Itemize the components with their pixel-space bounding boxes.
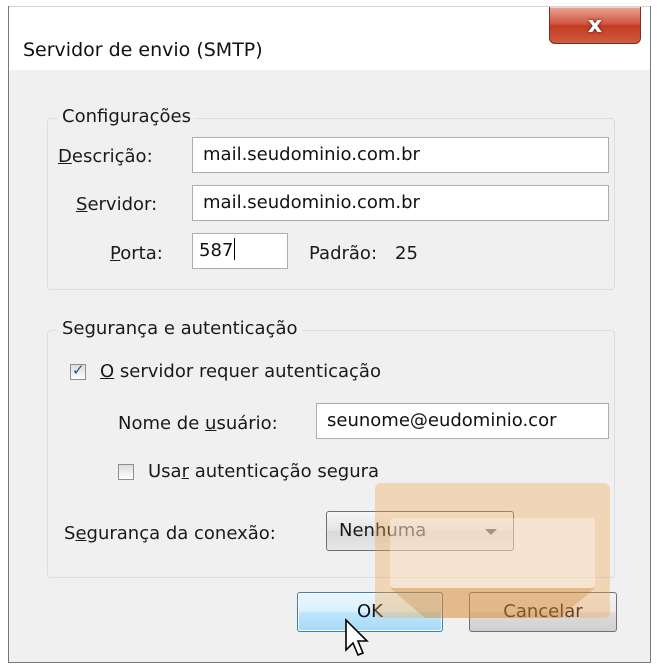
dialog-title: Servidor de envio (SMTP)	[23, 39, 263, 61]
secure-auth-label[interactable]: Usar autenticação segura	[148, 461, 379, 482]
watermark-logo	[375, 483, 610, 618]
config-group: Configurações Descrição: mail.seudominio…	[47, 106, 615, 290]
username-input[interactable]: seunome@eudominio.cor	[316, 403, 609, 439]
default-port-label: Padrão:	[309, 243, 378, 264]
server-label: Servidor:	[76, 194, 158, 215]
text-caret	[234, 238, 236, 260]
close-button[interactable]: x	[549, 7, 641, 44]
config-legend: Configurações	[58, 106, 195, 127]
requires-auth-checkbox[interactable]: ✓	[70, 361, 86, 380]
security-legend: Segurança e autenticação	[58, 318, 302, 339]
close-icon: x	[587, 12, 603, 38]
server-input[interactable]: mail.seudominio.com.br	[192, 185, 609, 221]
username-label: Nome de usuário:	[118, 413, 278, 434]
secure-auth-checkbox[interactable]	[118, 464, 134, 480]
connection-security-label: Segurança da conexão:	[64, 523, 276, 544]
title-bar: Servidor de envio (SMTP) x	[9, 6, 650, 71]
check-icon: ✓	[72, 361, 85, 379]
description-input[interactable]: mail.seudominio.com.br	[192, 137, 609, 173]
requires-auth-label[interactable]: O servidor requer autenticação	[100, 361, 381, 382]
mouse-pointer-icon	[345, 618, 369, 657]
default-port-value: 25	[395, 243, 418, 264]
description-label: Descrição:	[58, 146, 153, 167]
port-label: Porta:	[110, 243, 163, 264]
port-input[interactable]: 587	[192, 233, 288, 269]
